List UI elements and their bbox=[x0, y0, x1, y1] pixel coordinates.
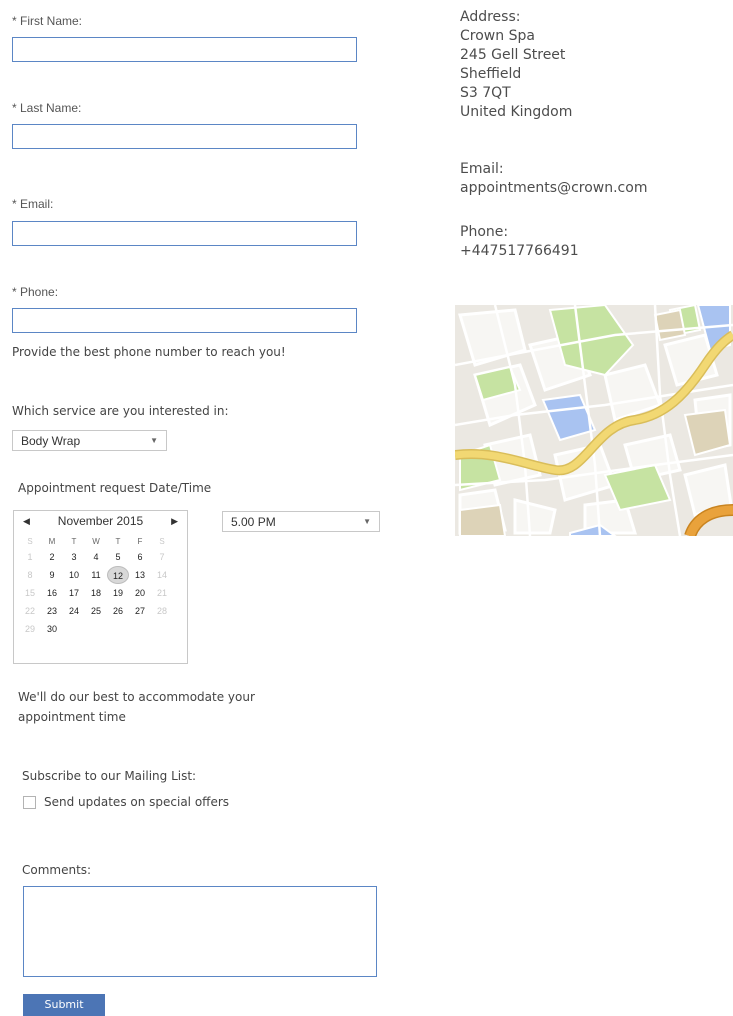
calendar-day[interactable]: 1 bbox=[19, 548, 41, 566]
first-name-input[interactable] bbox=[12, 37, 357, 62]
phone-info-value: +447517766491 bbox=[460, 243, 579, 259]
contact-phone: Phone: +447517766491 bbox=[460, 223, 579, 261]
address-line: Sheffield bbox=[460, 66, 522, 82]
email-label: * Email: bbox=[12, 197, 54, 211]
location-map-image bbox=[455, 305, 733, 536]
address-label: Address: bbox=[460, 9, 521, 25]
service-select-value: Body Wrap bbox=[21, 433, 81, 448]
weekday-header: F bbox=[137, 537, 143, 546]
calendar-grid: S M T W T F S 1 2 3 4 5 6 7 8 9 10 11 12 13 14 15 16 17 1… bbox=[19, 535, 187, 638]
calendar-day[interactable]: 5 bbox=[107, 548, 129, 566]
calendar-day[interactable]: 19 bbox=[107, 584, 129, 602]
weekday-header: W bbox=[92, 537, 100, 546]
service-select[interactable]: Body Wrap ▼ bbox=[12, 430, 167, 451]
calendar-day[interactable]: 8 bbox=[19, 566, 41, 584]
phone-help-text: Provide the best phone number to reach y… bbox=[12, 345, 286, 359]
date-picker[interactable]: ◀ November 2015 ▶ S M T W T F S 12345678… bbox=[13, 510, 188, 664]
last-name-input[interactable] bbox=[12, 124, 357, 149]
submit-button[interactable]: Submit bbox=[23, 994, 105, 1016]
email-input[interactable] bbox=[12, 221, 357, 246]
contact-email: Email: appointments@crown.com bbox=[460, 160, 647, 198]
special-offers-label: Send updates on special offers bbox=[44, 795, 230, 809]
comments-label: Comments: bbox=[22, 863, 92, 877]
phone-info-label: Phone: bbox=[460, 224, 509, 240]
calendar-day[interactable]: 22 bbox=[19, 602, 41, 620]
calendar-day[interactable]: 27 bbox=[129, 602, 151, 620]
address-line: S3 7QT bbox=[460, 85, 511, 101]
calendar-day[interactable]: 15 bbox=[19, 584, 41, 602]
accommodate-note: We'll do our best to accommodate your ap… bbox=[18, 687, 255, 727]
contact-address: Address: Crown Spa 245 Gell Street Sheff… bbox=[460, 8, 572, 122]
email-info-label: Email: bbox=[460, 161, 504, 177]
calendar-day[interactable]: 7 bbox=[151, 548, 173, 566]
chevron-down-icon: ▼ bbox=[363, 517, 371, 526]
calendar-day[interactable]: 14 bbox=[151, 566, 173, 584]
calendar-day bbox=[129, 620, 151, 638]
next-month-icon[interactable]: ▶ bbox=[171, 516, 178, 527]
email-info-value[interactable]: appointments@crown.com bbox=[460, 179, 647, 198]
calendar-day[interactable]: 9 bbox=[41, 566, 63, 584]
calendar-day[interactable]: 25 bbox=[85, 602, 107, 620]
calendar-day[interactable]: 21 bbox=[151, 584, 173, 602]
weekday-header: T bbox=[71, 537, 77, 546]
accommodate-note-line: appointment time bbox=[18, 710, 126, 724]
service-label: Which service are you interested in: bbox=[12, 404, 229, 418]
calendar-day[interactable]: 6 bbox=[129, 548, 151, 566]
calendar-day[interactable]: 16 bbox=[41, 584, 63, 602]
comments-textarea[interactable] bbox=[23, 886, 377, 977]
address-line: United Kingdom bbox=[460, 104, 573, 120]
calendar-month-label: November 2015 bbox=[57, 514, 144, 528]
mailing-list-label: Subscribe to our Mailing List: bbox=[22, 769, 197, 783]
time-select[interactable]: 5.00 PM ▼ bbox=[222, 511, 380, 532]
calendar-day[interactable]: 28 bbox=[151, 602, 173, 620]
weekday-header: S bbox=[27, 537, 33, 546]
calendar-day[interactable]: 29 bbox=[19, 620, 41, 638]
address-line: Crown Spa bbox=[460, 28, 535, 44]
special-offers-checkbox[interactable] bbox=[23, 796, 36, 809]
weekday-header: T bbox=[115, 537, 121, 546]
calendar-day[interactable]: 24 bbox=[63, 602, 85, 620]
address-line: 245 Gell Street bbox=[460, 47, 566, 63]
calendar-day[interactable]: 20 bbox=[129, 584, 151, 602]
calendar-day bbox=[151, 620, 173, 638]
calendar-day[interactable]: 26 bbox=[107, 602, 129, 620]
calendar-day bbox=[107, 620, 129, 638]
calendar-day[interactable]: 3 bbox=[63, 548, 85, 566]
accommodate-note-line: We'll do our best to accommodate your bbox=[18, 690, 255, 704]
calendar-day[interactable]: 4 bbox=[85, 548, 107, 566]
calendar-day-selected[interactable]: 12 bbox=[107, 566, 129, 584]
weekday-header: M bbox=[48, 537, 56, 546]
time-select-value: 5.00 PM bbox=[231, 514, 276, 529]
calendar-day[interactable]: 11 bbox=[85, 566, 107, 584]
phone-label: * Phone: bbox=[12, 285, 59, 299]
phone-input[interactable] bbox=[12, 308, 357, 333]
calendar-day bbox=[85, 620, 107, 638]
calendar-day[interactable]: 13 bbox=[129, 566, 151, 584]
calendar-day[interactable]: 23 bbox=[41, 602, 63, 620]
chevron-down-icon: ▼ bbox=[150, 436, 158, 445]
weekday-header: S bbox=[159, 537, 165, 546]
datetime-label: Appointment request Date/Time bbox=[18, 481, 212, 495]
calendar-day bbox=[63, 620, 85, 638]
calendar-day[interactable]: 2 bbox=[41, 548, 63, 566]
calendar-day[interactable]: 10 bbox=[63, 566, 85, 584]
last-name-label: * Last Name: bbox=[12, 101, 82, 115]
calendar-day[interactable]: 18 bbox=[85, 584, 107, 602]
calendar-day[interactable]: 17 bbox=[63, 584, 85, 602]
first-name-label: * First Name: bbox=[12, 14, 83, 28]
calendar-day[interactable]: 30 bbox=[41, 620, 63, 638]
